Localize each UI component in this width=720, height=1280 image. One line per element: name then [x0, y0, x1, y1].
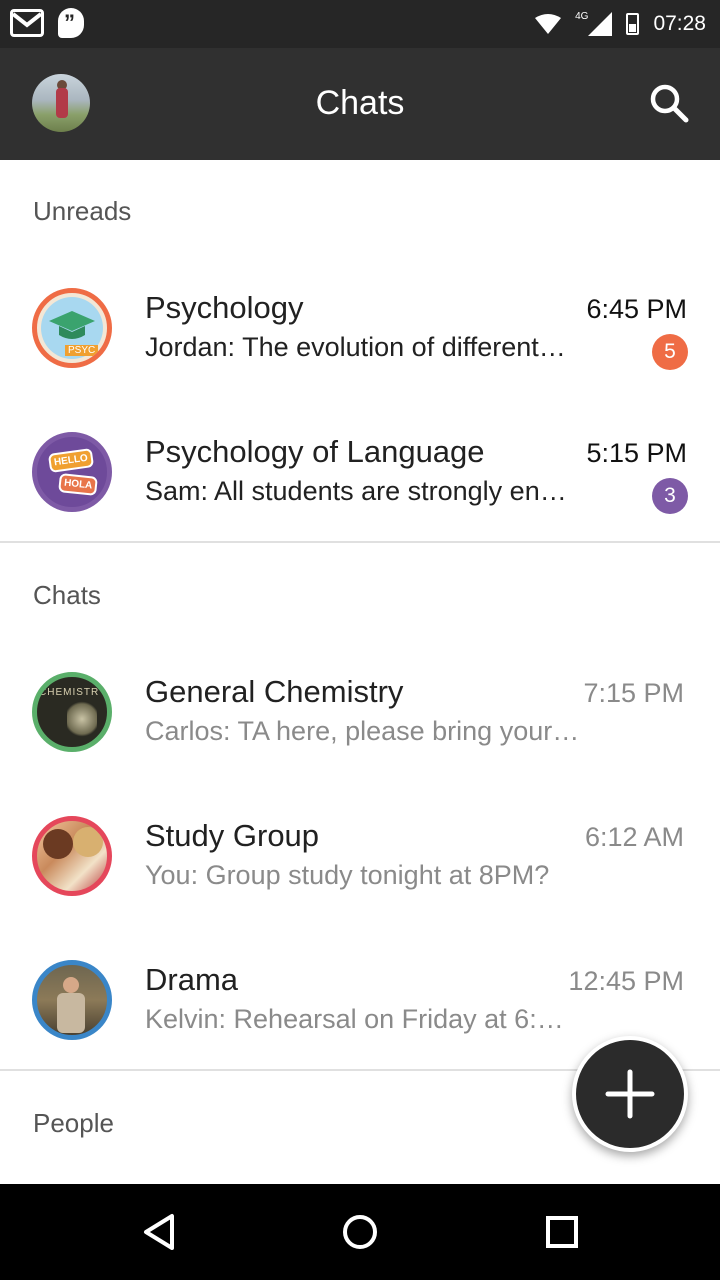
chat-preview: Sam: All students are strongly en… — [145, 476, 567, 506]
chat-avatar — [32, 960, 112, 1040]
chat-time: 6:45 PM — [586, 294, 687, 324]
battery-icon — [626, 13, 640, 35]
chat-time: 5:15 PM — [586, 438, 687, 468]
chat-row-study-group[interactable]: Study Group 6:12 AM You: Group study ton… — [0, 816, 720, 936]
plus-icon — [605, 1069, 655, 1119]
section-header-people: People — [33, 1108, 114, 1138]
avatar-hola-text: HOLA — [58, 473, 99, 496]
chat-time: 7:15 PM — [583, 678, 684, 708]
avatar-actor-head — [63, 977, 79, 993]
chat-avatar: PSYC — [32, 288, 112, 368]
chat-row-psychology-of-language[interactable]: HELLO HOLA Psychology of Language 5:15 P… — [0, 432, 720, 552]
avatar-chemistry-text: CHEMISTR — [39, 687, 100, 698]
chat-avatar: HELLO HOLA — [32, 432, 112, 512]
page-title: Chats — [315, 84, 405, 122]
chat-preview: Carlos: TA here, please bring your… — [145, 716, 580, 746]
app-bar: Chats — [0, 48, 720, 160]
section-divider — [0, 541, 720, 543]
chat-title: Psychology — [145, 290, 304, 325]
chat-preview: Jordan: The evolution of different… — [145, 332, 566, 362]
notification-icons: ” — [10, 8, 84, 38]
chat-title: Study Group — [145, 818, 320, 853]
nav-home-button[interactable] — [330, 1202, 390, 1262]
wifi-icon — [535, 14, 562, 34]
status-bar: ” 4G 07:28 — [0, 0, 720, 48]
nav-back-button[interactable] — [128, 1202, 188, 1262]
chat-preview: Kelvin: Rehearsal on Friday at 6:… — [145, 1004, 564, 1034]
cell-signal-icon — [588, 12, 613, 36]
chat-time: 12:45 PM — [568, 966, 684, 996]
avatar-actor-body — [57, 993, 85, 1033]
section-header-unreads: Unreads — [33, 196, 132, 226]
chat-avatar — [32, 816, 112, 896]
search-icon — [650, 84, 689, 123]
chat-preview: You: Group study tonight at 8PM? — [145, 860, 550, 890]
nav-recents-button[interactable] — [532, 1202, 592, 1262]
hangouts-icon: ” — [58, 8, 84, 38]
network-type-label: 4G — [575, 10, 589, 22]
chat-row-general-chemistry[interactable]: CHEMISTR General Chemistry 7:15 PM Carlo… — [0, 672, 720, 792]
chat-title: Psychology of Language — [145, 434, 485, 469]
circle-home-icon — [343, 1215, 377, 1249]
chat-row-psychology[interactable]: PSYC Psychology 6:45 PM Jordan: The evol… — [0, 288, 720, 408]
square-recents-icon — [546, 1216, 578, 1248]
chat-time: 6:12 AM — [584, 822, 684, 852]
avatar-tag: PSYC — [65, 345, 99, 356]
status-time: 07:28 — [653, 12, 706, 35]
unread-count-badge: 5 — [652, 334, 688, 370]
triangle-back-icon — [144, 1214, 174, 1250]
gmail-icon — [10, 9, 44, 37]
search-button[interactable] — [646, 80, 694, 128]
section-header-chats: Chats — [33, 580, 101, 610]
avatar-hello-text: HELLO — [47, 448, 94, 473]
avatar-chalk-tree — [67, 699, 97, 739]
new-chat-fab[interactable] — [572, 1036, 688, 1152]
chat-avatar: CHEMISTR — [32, 672, 112, 752]
system-icons: 4G 07:28 — [535, 0, 706, 48]
chat-title: General Chemistry — [145, 674, 404, 709]
chat-title: Drama — [145, 962, 239, 997]
unread-count-badge: 3 — [652, 478, 688, 514]
system-nav-bar — [0, 1184, 720, 1280]
avatar-person-2 — [73, 827, 103, 857]
avatar-person-1 — [43, 829, 73, 859]
